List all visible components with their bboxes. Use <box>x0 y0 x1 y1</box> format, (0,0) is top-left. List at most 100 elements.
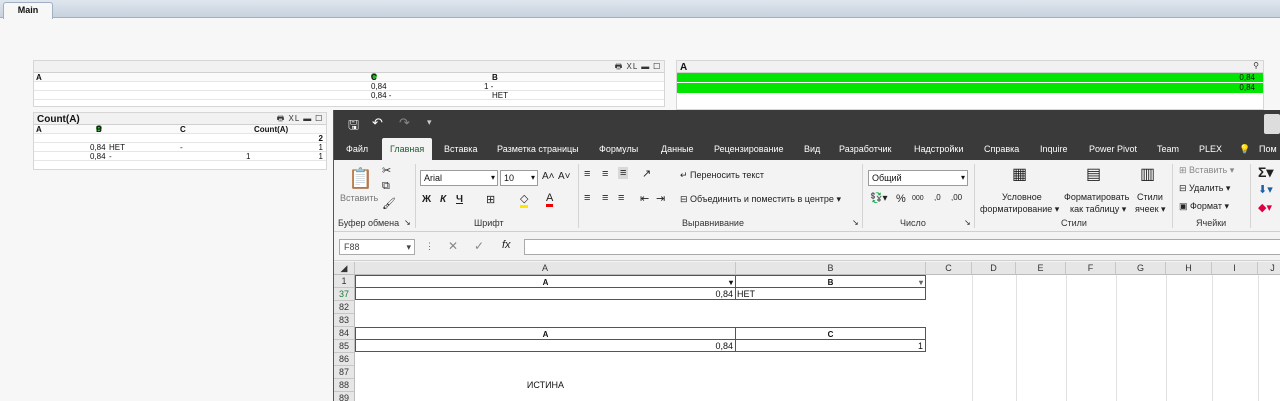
align-top-icon[interactable]: ≡ <box>584 168 590 180</box>
borders-icon[interactable]: ⊞ <box>486 193 495 206</box>
undo-icon[interactable]: ↶ <box>372 115 383 131</box>
row-header[interactable]: 88 <box>334 379 355 392</box>
col-header-a[interactable]: A <box>355 262 736 275</box>
format-as-table-label-2[interactable]: как таблицу ▾ <box>1070 204 1126 215</box>
col-header-e[interactable]: E <box>1016 262 1066 275</box>
fill-down-icon[interactable]: ⬇▾ <box>1258 183 1273 196</box>
align-bottom-icon[interactable]: ≡ <box>618 167 629 179</box>
tab-review[interactable]: Рецензирование <box>714 138 784 160</box>
row-header[interactable]: 87 <box>334 366 355 379</box>
col-header-d[interactable]: D <box>972 262 1016 275</box>
decrease-indent-icon[interactable]: ⇤ <box>640 192 649 205</box>
col-header-g[interactable]: G <box>1116 262 1166 275</box>
cell-a37[interactable]: 0,84 <box>355 287 736 300</box>
tab-home[interactable]: Главная <box>382 138 433 160</box>
tab-team[interactable]: Team <box>1157 138 1179 160</box>
col-header-count[interactable]: Count(A) <box>254 125 288 134</box>
conditional-formatting-label-2[interactable]: форматирование ▾ <box>980 204 1059 215</box>
row-header[interactable]: 1 <box>334 275 355 288</box>
bold-icon[interactable]: Ж <box>422 194 431 205</box>
tab-addins[interactable]: Надстройки <box>914 138 963 160</box>
cancel-icon[interactable]: ✕ <box>448 239 458 253</box>
lightbulb-icon[interactable]: 💡 <box>1239 138 1250 160</box>
increase-decimal-icon[interactable]: ,0 <box>934 193 941 202</box>
cell-b85[interactable]: 1 <box>735 339 926 352</box>
col-header-a[interactable]: A <box>36 125 42 134</box>
conditional-formatting-button[interactable]: Условное <box>1002 192 1042 202</box>
copy-icon[interactable]: ⧉ <box>382 180 390 193</box>
row-header[interactable]: 85 <box>334 340 355 353</box>
save-icon[interactable]: 🖫 <box>348 116 359 138</box>
wrap-text-button[interactable]: ↵ Переносить текст <box>680 170 764 181</box>
format-cells-button[interactable]: ▣ Формат ▾ <box>1179 201 1229 212</box>
tab-page-layout[interactable]: Разметка страницы <box>497 138 579 160</box>
percent-icon[interactable]: % <box>896 193 906 205</box>
format-as-table-icon[interactable]: ▤ <box>1086 164 1101 184</box>
table-row[interactable]: 0,84 - 1 1 <box>34 152 326 161</box>
row-header[interactable]: 86 <box>334 353 355 366</box>
redo-icon[interactable]: ↷ <box>399 115 410 131</box>
orientation-icon[interactable]: ↗ <box>642 167 651 180</box>
decrease-decimal-icon[interactable]: ,00 <box>951 193 962 202</box>
number-format-select[interactable]: Общий ▾ <box>868 170 968 186</box>
name-box[interactable]: F88 ▾ <box>339 239 415 255</box>
enter-icon[interactable]: ✓ <box>474 239 484 253</box>
row-header[interactable]: 84 <box>334 327 355 340</box>
table-row[interactable]: 0,84 - НЕТ <box>34 91 664 100</box>
conditional-formatting-icon[interactable]: ▦ <box>1012 164 1027 184</box>
cell-styles-label-2[interactable]: ячеек ▾ <box>1135 204 1166 215</box>
insert-cells-button[interactable]: ⊞ Вставить ▾ <box>1179 165 1234 176</box>
more-options-icon[interactable]: ⋮ <box>425 241 434 252</box>
tab-help-search[interactable]: Пом <box>1259 138 1277 160</box>
col-header-j[interactable]: J <box>1258 262 1280 275</box>
dialog-launcher-icon[interactable]: ↘ <box>964 218 971 227</box>
tab-insert[interactable]: Вставка <box>444 138 477 160</box>
avatar[interactable] <box>1264 114 1280 134</box>
dialog-launcher-icon[interactable]: ↘ <box>404 218 411 227</box>
col-header-f[interactable]: F <box>1066 262 1116 275</box>
fill-color-icon[interactable]: ◇ <box>520 192 529 208</box>
format-as-table-button[interactable]: Форматировать <box>1064 192 1129 202</box>
cell-b37[interactable]: НЕТ <box>735 287 926 300</box>
dialog-launcher-icon[interactable]: ↘ <box>852 218 859 227</box>
tab-plex[interactable]: PLEX <box>1199 138 1222 160</box>
font-name-select[interactable]: Arial ▾ <box>420 170 498 186</box>
cell-a85[interactable]: 0,84 <box>355 339 736 352</box>
align-right-icon[interactable]: ≡ <box>618 192 624 204</box>
customize-toolbar-icon[interactable]: ▾ <box>427 117 432 128</box>
autosum-icon[interactable]: Σ▾ <box>1258 164 1273 181</box>
tab-main[interactable]: Main <box>3 2 53 19</box>
col-header-c[interactable]: C <box>180 125 186 134</box>
cell-styles-button[interactable]: Стили <box>1137 192 1163 202</box>
col-header-b[interactable]: B <box>736 262 926 275</box>
shrink-font-icon[interactable]: A˅ <box>558 171 571 182</box>
font-color-icon[interactable]: A <box>546 192 554 207</box>
table-row[interactable]: 0,84 НЕТ - 1 <box>34 143 326 152</box>
paste-icon[interactable]: 📋 <box>348 166 373 191</box>
underline-icon[interactable]: Ч <box>456 194 463 205</box>
worksheet-grid[interactable]: ◢ A B C D E F G H I J 1 37 82 83 84 85 8… <box>334 262 1280 401</box>
tab-formulas[interactable]: Формулы <box>599 138 638 160</box>
grow-font-icon[interactable]: A˄ <box>542 171 555 182</box>
col-header-a[interactable]: A <box>36 73 42 82</box>
tab-power-pivot[interactable]: Power Pivot <box>1089 138 1137 160</box>
listbox-value[interactable]: 0,84 <box>677 83 1263 93</box>
italic-icon[interactable]: К <box>440 194 446 205</box>
thousands-separator-icon[interactable]: 000 <box>912 195 924 202</box>
row-header[interactable]: 82 <box>334 301 355 314</box>
insert-function-icon[interactable]: fx <box>502 239 511 251</box>
tab-help[interactable]: Справка <box>984 138 1019 160</box>
select-all-corner[interactable]: ◢ <box>334 262 355 275</box>
increase-indent-icon[interactable]: ⇥ <box>656 192 665 205</box>
cut-icon[interactable]: ✂ <box>382 164 391 177</box>
font-size-select[interactable]: 10 ▾ <box>500 170 538 186</box>
col-header-c[interactable]: C <box>926 262 972 275</box>
row-header[interactable]: 89 <box>334 392 355 401</box>
align-center-icon[interactable]: ≡ <box>602 192 608 204</box>
listbox-value[interactable]: 0,84 <box>677 73 1263 83</box>
tab-file[interactable]: Файл <box>346 138 368 160</box>
merge-center-button[interactable]: ⊟ Объединить и поместить в центре ▾ <box>680 194 841 205</box>
col-header-i[interactable]: I <box>1212 262 1258 275</box>
row-header[interactable]: 37 <box>334 288 355 301</box>
paste-button[interactable]: Вставить <box>340 193 378 203</box>
